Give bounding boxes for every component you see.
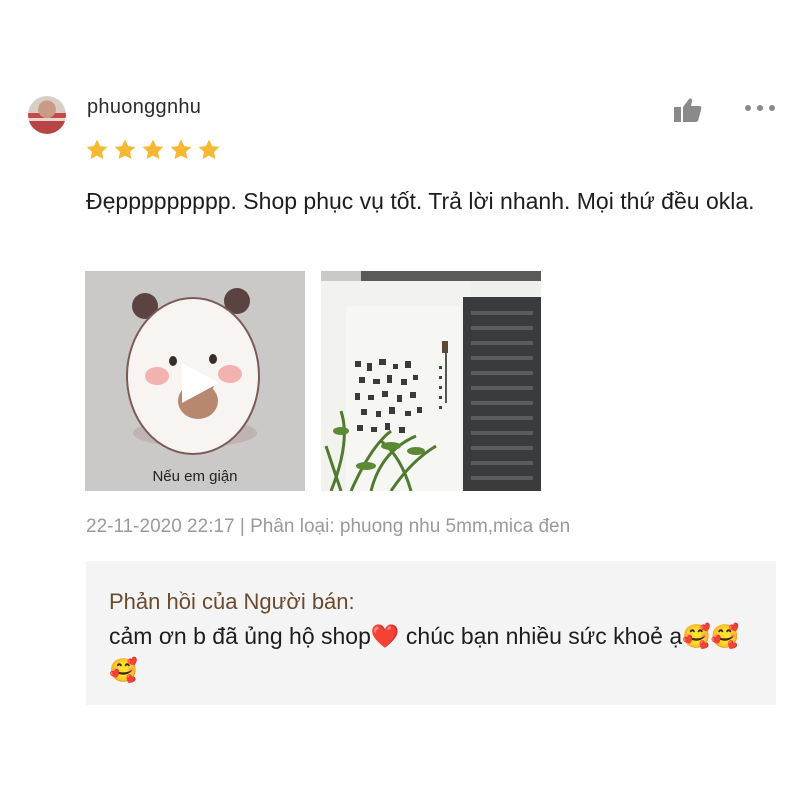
review-photo[interactable] (321, 271, 541, 491)
house-gate-image (321, 271, 541, 491)
thumbs-up-icon[interactable] (673, 97, 703, 123)
seller-reply-text: cảm ơn b đã ủng hộ shop❤️ chúc bạn nhiều… (109, 623, 740, 683)
star-icon (142, 139, 164, 159)
star-icon (86, 139, 108, 159)
more-dots-icon[interactable] (743, 100, 777, 116)
rating-stars (85, 138, 221, 162)
username[interactable]: phuonggnhu (87, 96, 201, 119)
star-icon (114, 139, 136, 159)
seller-reply-box: Phản hồi của Người bán: cảm ơn b đã ủng … (86, 561, 776, 705)
review-meta: 22-11-2020 22:17 | Phân loại: phuong nhu… (86, 516, 571, 537)
review-text: Đẹppppppppp. Shop phục vụ tốt. Trả lời n… (86, 188, 755, 214)
user-avatar[interactable] (28, 96, 66, 134)
seller-reply-title: Phản hồi của Người bán: (109, 589, 355, 614)
bear-sticker-image (85, 271, 305, 491)
star-icon (170, 139, 192, 159)
star-icon (198, 139, 220, 159)
video-caption: Nếu em giận (152, 468, 238, 485)
review-video-thumbnail[interactable]: Nếu em giận (85, 271, 305, 491)
